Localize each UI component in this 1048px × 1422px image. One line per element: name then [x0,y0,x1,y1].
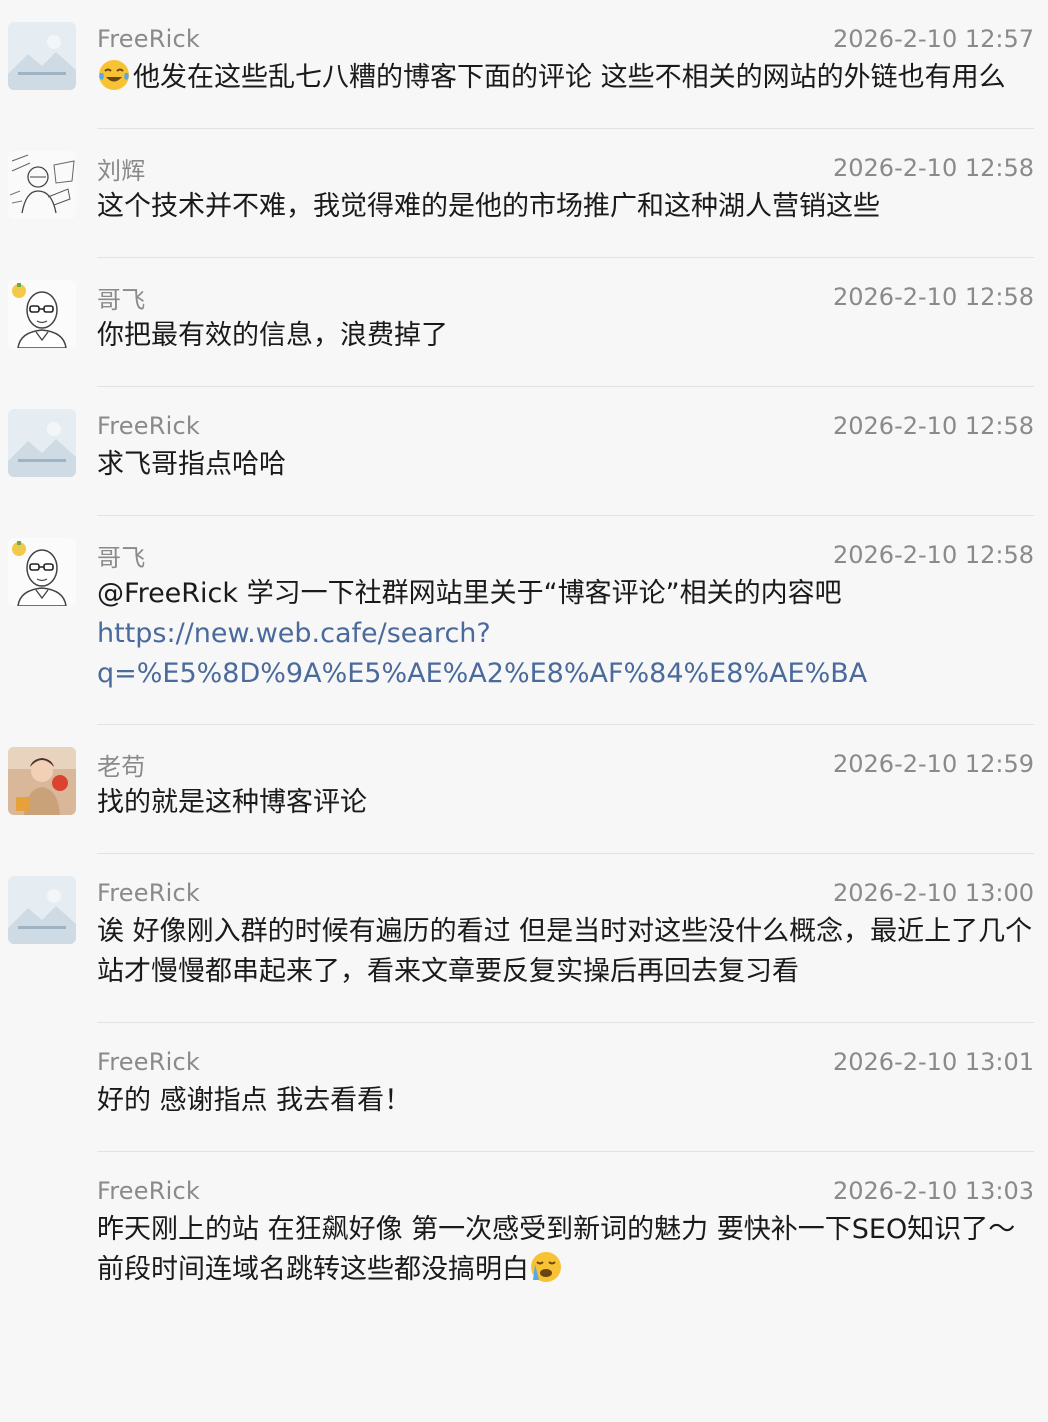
avatar[interactable] [8,409,76,477]
message-text: 这个技术并不难，我觉得难的是他的市场推广和这种湖人营销这些 [97,187,1034,227]
bald-glasses-avatar [8,280,76,348]
message-text: 找的就是这种博客评论 [97,783,1034,823]
link-line[interactable]: https://new.web.cafe/search? [97,618,491,649]
sender-name[interactable]: 哥飞 [97,280,145,315]
sketch-avatar [8,151,76,219]
sender-name[interactable]: FreeRick [97,25,200,53]
timestamp: 2026-2-10 12:57 [833,25,1034,53]
message-body: 这个技术并不难，我觉得难的是他的市场推广和这种湖人营销这些 [97,191,880,222]
message-item: 老苟 2026-2-10 12:59 找的就是这种博客评论 [0,725,1048,854]
message-body: 诶 好像刚入群的时候有遍历的看过 但是当时对这些没什么概念，最近上了几个站才慢慢… [97,916,1033,987]
message-text: 求飞哥指点哈哈 [97,445,1034,485]
placeholder-image-icon [8,22,76,90]
avatar[interactable] [8,747,76,815]
message-item: FreeRick 2026-2-10 12:57 他发在这些乱七八糟的博客下面的… [0,0,1048,129]
message-text: 你把最有效的信息，浪费掉了 [97,316,1034,356]
message-text: 昨天刚上的站 在狂飙好像 第一次感受到新词的魅力 要快补一下SEO知识了～ 前段… [97,1210,1034,1290]
tears-of-joy-emoji [99,60,129,90]
chat-feed: FreeRick 2026-2-10 12:57 他发在这些乱七八糟的博客下面的… [0,0,1048,1290]
timestamp: 2026-2-10 12:58 [833,283,1034,311]
timestamp: 2026-2-10 12:58 [833,154,1034,182]
timestamp: 2026-2-10 13:00 [833,879,1034,907]
link-line[interactable]: q=%E5%8D%9A%E5%AE%A2%E8%AF%84%E8%AE%BA [97,658,867,689]
timestamp: 2026-2-10 13:01 [833,1048,1034,1076]
crying-emoji [531,1252,561,1282]
sender-name[interactable]: FreeRick [97,879,200,907]
message-item: FreeRick 2026-2-10 12:58 求飞哥指点哈哈 [0,387,1048,516]
message-body: 你把最有效的信息，浪费掉了 [97,320,448,351]
avatar[interactable] [8,22,76,90]
bald-glasses-avatar [8,538,76,606]
placeholder-image-icon [8,876,76,944]
search-link[interactable]: https://new.web.cafe/search? q=%E5%8D%9A… [97,614,1034,694]
message-item: 哥飞 2026-2-10 12:58 你把最有效的信息，浪费掉了 [0,258,1048,387]
message-item: 刘辉 2026-2-10 12:58 这个技术并不难，我觉得难的是他的市场推广和… [0,129,1048,258]
timestamp: 2026-2-10 12:59 [833,750,1034,778]
message-item: FreeRick 2026-2-10 13:01 好的 感谢指点 我去看看！ [0,1023,1048,1152]
timestamp: 2026-2-10 13:03 [833,1177,1034,1205]
message-body: 他发在这些乱七八糟的博客下面的评论 这些不相关的网站的外链也有用么 [133,62,1006,93]
avatar[interactable] [8,280,76,348]
sender-name[interactable]: FreeRick [97,412,200,440]
photo-avatar [8,747,76,815]
sender-name[interactable]: 老苟 [97,747,145,782]
sender-name[interactable]: FreeRick [97,1048,200,1076]
avatar[interactable] [8,538,76,606]
message-item: 哥飞 2026-2-10 12:58 @FreeRick 学习一下社群网站里关于… [0,516,1048,725]
sender-name[interactable]: 哥飞 [97,538,145,573]
message-text: 他发在这些乱七八糟的博客下面的评论 这些不相关的网站的外链也有用么 [97,58,1034,98]
message-item: FreeRick 2026-2-10 13:00 诶 好像刚入群的时候有遍历的看… [0,854,1048,1023]
avatar[interactable] [8,151,76,219]
message-text: 好的 感谢指点 我去看看！ [97,1081,1034,1121]
message-body: 好的 感谢指点 我去看看！ [97,1085,412,1116]
sender-name[interactable]: 刘辉 [97,151,145,186]
message-text: 诶 好像刚入群的时候有遍历的看过 但是当时对这些没什么概念，最近上了几个站才慢慢… [97,912,1034,992]
message-text: @FreeRick 学习一下社群网站里关于“博客评论”相关的内容吧 https:… [97,574,1034,694]
avatar[interactable] [8,876,76,944]
message-body: @FreeRick 学习一下社群网站里关于“博客评论”相关的内容吧 [97,578,842,609]
message-body: 找的就是这种博客评论 [97,787,367,818]
timestamp: 2026-2-10 12:58 [833,412,1034,440]
timestamp: 2026-2-10 12:58 [833,541,1034,569]
message-item: FreeRick 2026-2-10 13:03 昨天刚上的站 在狂飙好像 第一… [0,1152,1048,1290]
message-body: 求飞哥指点哈哈 [97,449,286,480]
placeholder-image-icon [8,409,76,477]
sender-name[interactable]: FreeRick [97,1177,200,1205]
